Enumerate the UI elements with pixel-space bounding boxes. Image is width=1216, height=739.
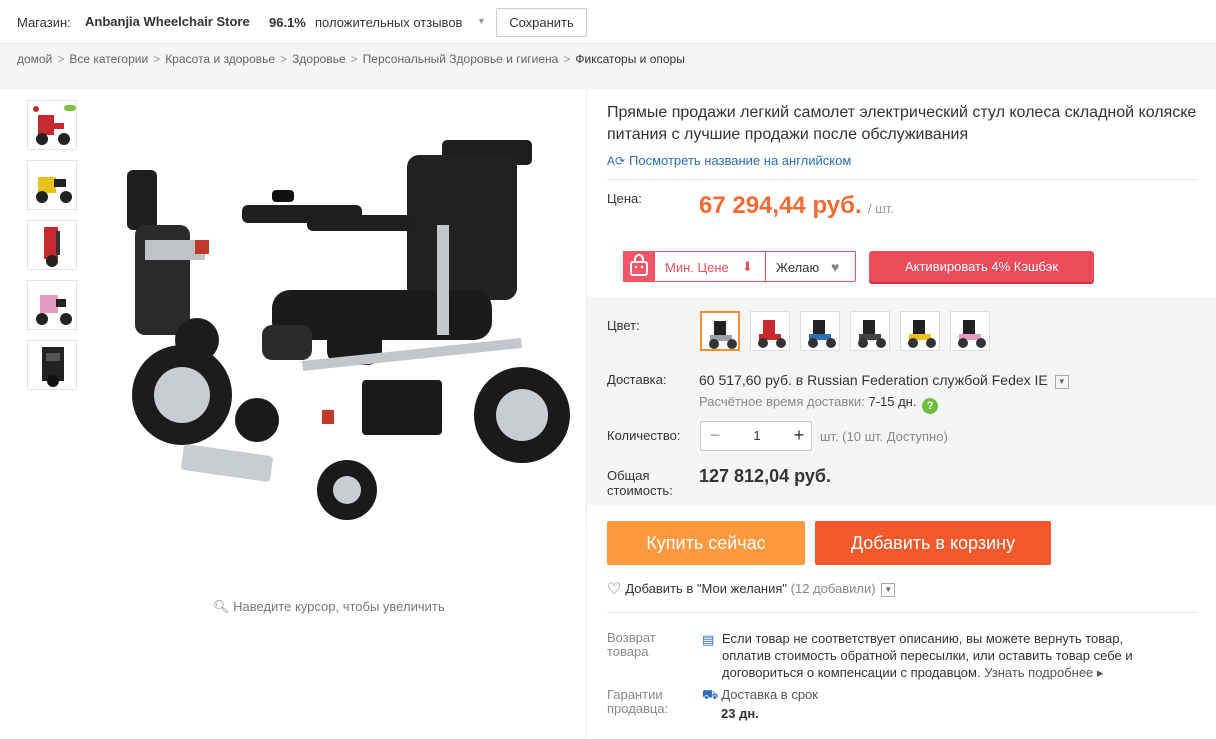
thumbnail-red-folded-wheelchair[interactable]	[27, 220, 77, 270]
wishlist-count: (12 добавили)	[790, 581, 876, 596]
image-gallery: 🔍︎ Наведите курсор, чтобы увеличить	[17, 90, 587, 739]
divider	[765, 252, 766, 281]
price-label: Цена:	[607, 191, 642, 206]
save-store-button[interactable]: Сохранить	[496, 8, 587, 37]
caret-right-icon[interactable]: ▸	[1093, 665, 1104, 680]
translate-link[interactable]: A⟳ Посмотреть название на английском	[607, 153, 851, 168]
price-value: 67 294,44 руб.	[699, 192, 862, 219]
guarantee-days: 23 дн.	[721, 706, 759, 721]
quantity-available: шт. (10 шт. Доступно)	[820, 429, 948, 444]
total-value: 127 812,04 руб.	[699, 466, 831, 486]
shipping-method: в Russian Federation службой Fedex IE	[795, 372, 1048, 388]
guarantee-info: ⛟ Доставка в срок	[702, 687, 818, 705]
color-swatch-blue[interactable]	[800, 311, 840, 351]
min-price-widget: Мин. Цене ⬇︎ Желаю ♥	[623, 251, 856, 282]
color-label: Цвет:	[607, 318, 640, 333]
product-info: Прямые продажи легкий самолет электричес…	[587, 90, 1216, 739]
heart-plus-icon[interactable]: ♡	[607, 581, 621, 598]
delivery-estimate: Расчётное время доставки: 7-15 дн. ?	[699, 394, 939, 414]
color-swatch-silver[interactable]	[700, 311, 740, 351]
breadcrumb-item[interactable]: домой	[17, 52, 52, 66]
thumbnail-red-wheelchair[interactable]	[27, 100, 77, 150]
truck-icon: ⛟	[702, 687, 719, 702]
help-icon[interactable]: ?	[922, 398, 939, 414]
color-swatch-black[interactable]	[850, 311, 890, 351]
store-name-link[interactable]: Anbanjia Wheelchair Store	[85, 14, 250, 29]
buy-now-button[interactable]: Купить сейчас	[607, 521, 805, 565]
zoom-hint-text: Наведите курсор, чтобы увеличить	[233, 599, 445, 614]
quantity-input[interactable]: 1	[729, 422, 785, 450]
shipping-price: 60 517,60 руб.	[699, 372, 792, 388]
quantity-label: Количество:	[607, 428, 681, 443]
min-price-button[interactable]: Мин. Цене	[665, 260, 729, 275]
thumbnail-yellow-wheelchair[interactable]	[27, 160, 77, 210]
shipping-info: 60 517,60 руб. в Russian Federation служ…	[699, 372, 1069, 389]
translate-icon: A⟳	[607, 154, 626, 168]
thumbnail-list	[27, 100, 77, 400]
breadcrumb-item[interactable]: Красота и здоровье	[165, 52, 275, 66]
chevron-down-icon[interactable]: ▼	[477, 16, 486, 26]
add-to-cart-button[interactable]: Добавить в корзину	[815, 521, 1051, 565]
breadcrumb-item[interactable]: Персональный Здоровье и гигиена	[363, 52, 559, 66]
store-bar: Магазин: Anbanjia Wheelchair Store 96.1%…	[0, 0, 1216, 44]
product-main-image[interactable]	[107, 130, 577, 540]
store-label: Магазин:	[17, 15, 71, 30]
thumbnail-pink-wheelchair[interactable]	[27, 280, 77, 330]
learn-more-link[interactable]: Узнать подробнее	[984, 665, 1093, 680]
cashback-button[interactable]: Активировать 4% Кэшбэк	[869, 251, 1094, 282]
product-title: Прямые продажи легкий самолет электричес…	[607, 104, 1197, 143]
divider	[607, 179, 1197, 180]
quantity-stepper: − 1 +	[700, 421, 812, 451]
shopping-bag-icon	[623, 251, 655, 282]
wishlist-row[interactable]: ♡ Добавить в "Мои желания" (12 добавили) …	[607, 579, 896, 599]
color-swatch-red[interactable]	[750, 311, 790, 351]
translate-link-text[interactable]: Посмотреть название на английском	[629, 153, 851, 168]
divider	[607, 612, 1197, 613]
return-policy: ▤ Если товар не соответствует описанию, …	[702, 630, 1162, 681]
wishlist-link[interactable]: Добавить в "Мои желания"	[625, 581, 787, 596]
eta-label: Расчётное время доставки:	[699, 394, 865, 409]
color-swatch-yellow[interactable]	[900, 311, 940, 351]
breadcrumb-item[interactable]: Все категории	[69, 52, 148, 66]
magnifier-icon: 🔍︎	[213, 599, 230, 614]
thumbnail-black-folded-wheelchair[interactable]	[27, 340, 77, 390]
shipping-label: Доставка:	[607, 372, 667, 387]
breadcrumb-item[interactable]: Здоровье	[292, 52, 346, 66]
wish-button[interactable]: Желаю	[776, 260, 819, 275]
total-label: Общая стоимость:	[607, 468, 673, 498]
guarantee-text: Доставка в срок	[721, 687, 818, 702]
store-feedback-link[interactable]: положительных отзывов	[315, 15, 462, 30]
price-unit: / шт.	[868, 201, 894, 216]
shipping-chevron-down-icon[interactable]: ▼	[1054, 375, 1069, 389]
store-rating: 96.1%	[269, 15, 306, 30]
eta-value: 7-15 дн.	[868, 394, 917, 409]
zoom-hint: 🔍︎ Наведите курсор, чтобы увеличить	[213, 599, 445, 615]
wishlist-chevron-down-icon[interactable]: ▼	[881, 583, 896, 597]
download-arrow-icon[interactable]: ⬇︎	[742, 259, 753, 275]
heart-icon[interactable]: ♥	[831, 259, 839, 275]
color-swatch-pink[interactable]	[950, 311, 990, 351]
return-card-icon: ▤	[702, 632, 715, 647]
minus-icon[interactable]: −	[701, 422, 729, 450]
guarantee-label: Гарантии продавца:	[607, 687, 669, 716]
plus-icon[interactable]: +	[785, 422, 813, 450]
return-label: Возврат товара	[607, 630, 656, 659]
breadcrumb-current[interactable]: Фиксаторы и опоры	[575, 52, 684, 66]
breadcrumb: домой > Все категории > Красота и здоровье > З…	[0, 44, 1216, 90]
